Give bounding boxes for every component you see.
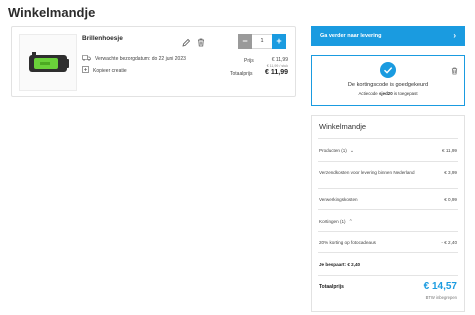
divider [318, 161, 458, 162]
edit-icon[interactable] [182, 34, 191, 47]
quantity-stepper: − 1 + [238, 34, 286, 49]
products-label: Producten (1) [319, 148, 347, 153]
grand-total-value: € 14,57 [423, 281, 457, 292]
trash-icon[interactable] [197, 34, 205, 47]
products-accordion[interactable]: Producten (1) ⌄ € 11,99 [319, 148, 457, 154]
summary-title: Winkelmandje [319, 122, 367, 131]
copy-icon [82, 66, 89, 75]
increase-quantity-button[interactable]: + [272, 34, 286, 49]
discount-item-value: - € 2,40 [441, 240, 457, 245]
check-icon [380, 62, 396, 78]
copy-creation-label: Kopieer creatie [93, 67, 127, 74]
discount-item-label: 20% korting op fotocadeaus [319, 240, 376, 245]
coupon-approved-title: De kortingscode is goedgekeurd [347, 82, 429, 88]
savings-text: Je bespaart: € 2,40 [319, 262, 361, 267]
chevron-right-icon: › [453, 31, 456, 40]
price-label: Prijs [244, 58, 254, 64]
item-total-label: Totaalprijs [230, 71, 253, 77]
handling-row: Verwerkingskosten € 0,99 [319, 197, 457, 202]
coupon-applied-prefix: Actiecode [358, 91, 379, 96]
divider [318, 138, 458, 139]
product-thumbnail[interactable] [19, 34, 77, 91]
divider [318, 231, 458, 232]
remove-coupon-trash-icon[interactable] [451, 62, 458, 75]
products-value: € 11,99 [442, 148, 457, 153]
coupon-approved-box: De kortingscode is goedgekeurd Actiecode… [311, 55, 465, 106]
chevron-down-icon: ⌄ [349, 148, 355, 154]
delivery-info: Verwachte bezorgdatum: do 22 juni 2023 [82, 55, 186, 63]
coupon-applied-text: Actiecode sjed20 is toegepast [312, 91, 464, 96]
divider [318, 275, 458, 276]
page-title: Winkelmandje [8, 5, 96, 20]
continue-to-delivery-button[interactable]: Ga verder naar levering › [311, 26, 465, 46]
coupon-code: sjed20 [378, 91, 393, 96]
handling-value: € 0,99 [444, 197, 457, 202]
unit-price: € 11,99 / stuk [266, 64, 288, 68]
order-summary: Winkelmandje Producten (1) ⌄ € 11,99 Verz… [311, 115, 465, 312]
vat-note: BTW inbegrepen [425, 295, 457, 300]
shipping-value: € 3,99 [444, 170, 457, 175]
divider [318, 252, 458, 253]
divider [318, 209, 458, 210]
summary-total-label: Totaalprijs [319, 284, 344, 290]
handling-label: Verwerkingskosten [319, 197, 358, 202]
coupon-applied-suffix: is toegepast [392, 91, 418, 96]
item-total-value: € 11,99 [265, 69, 288, 76]
decrease-quantity-button[interactable]: − [238, 34, 252, 49]
discounts-label: Kortingen (1) [319, 219, 346, 224]
cart-item-card: Brillenhoesje Verwachte bezorgdatum: do … [11, 26, 296, 97]
continue-label: Ga verder naar levering [320, 33, 382, 39]
shipping-label: Verzendkosten voor levering binnen Neder… [319, 170, 415, 175]
product-name[interactable]: Brillenhoesje [82, 35, 123, 42]
discount-item-row: 20% korting op fotocadeaus - € 2,40 [319, 240, 457, 245]
quantity-input[interactable]: 1 [252, 34, 272, 49]
truck-icon [82, 55, 91, 63]
divider [318, 188, 458, 189]
discounts-accordion[interactable]: Kortingen (1) ⌃ [319, 219, 457, 225]
delivery-date-text: Verwachte bezorgdatum: do 22 juni 2023 [95, 56, 186, 62]
price-value: € 11,99 [271, 57, 288, 63]
shipping-row: Verzendkosten voor levering binnen Neder… [319, 170, 457, 176]
chevron-up-icon: ⌃ [348, 219, 353, 225]
copy-creation-link[interactable]: Kopieer creatie [82, 66, 127, 75]
